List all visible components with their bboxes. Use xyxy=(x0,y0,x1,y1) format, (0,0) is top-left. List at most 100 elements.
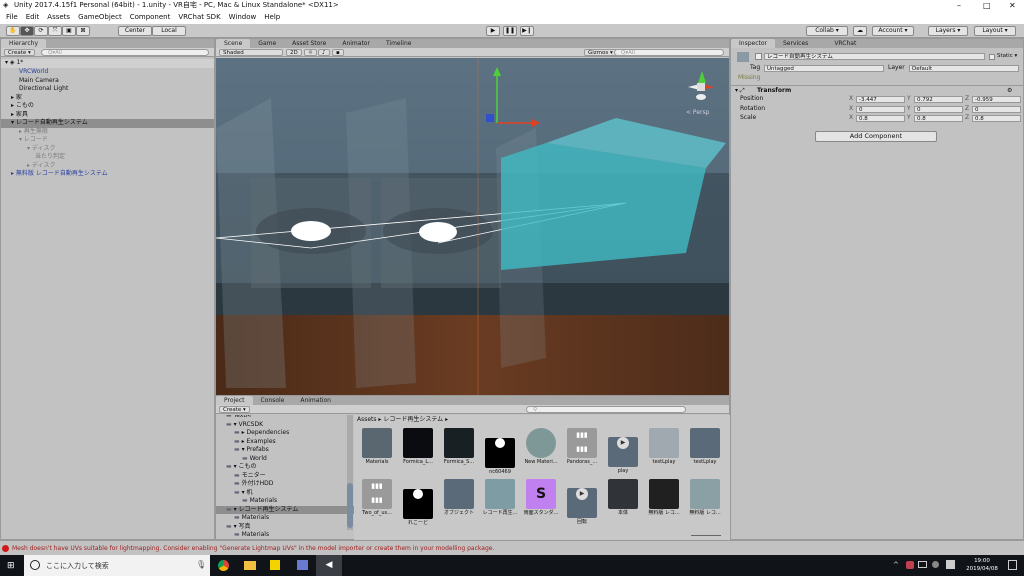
asset-item[interactable]: ▶ 回転 xyxy=(563,479,601,526)
collab-dropdown[interactable]: Collab ▾ xyxy=(806,26,848,36)
tab-game[interactable]: Game xyxy=(250,39,284,48)
axis-z-label[interactable]: Z xyxy=(965,95,969,103)
step-button[interactable]: ▶❙ xyxy=(520,26,534,36)
cloud-icon[interactable]: ☁ xyxy=(853,26,867,36)
sticky-notes-icon[interactable] xyxy=(270,560,280,570)
asset-item[interactable]: testLplay xyxy=(686,428,724,466)
transform-position-x-input[interactable]: -3.447 xyxy=(856,96,905,103)
menu-window[interactable]: Window xyxy=(229,11,257,24)
notifications-icon[interactable] xyxy=(1008,560,1017,570)
asset-item[interactable]: レコード再生... xyxy=(481,479,519,517)
asset-item[interactable]: オブジェクト xyxy=(440,479,478,517)
asset-item[interactable]: Formica_S... xyxy=(440,428,478,466)
axis-x-label[interactable]: X xyxy=(849,105,853,113)
static-checkbox[interactable] xyxy=(989,54,995,60)
tab-inspector[interactable]: Inspector xyxy=(731,39,775,48)
hierarchy-create-button[interactable]: Create ▾ xyxy=(4,49,35,56)
microphone-icon[interactable]: 🎙 xyxy=(196,560,206,569)
project-folder-item[interactable]: ▬ ▸ Dependencies xyxy=(216,429,354,438)
project-folder-item[interactable]: ▬ ▾ 机 xyxy=(216,489,354,498)
transform-rotation-x-input[interactable]: 0 xyxy=(856,105,905,113)
pivot-local-button[interactable]: Local xyxy=(152,26,186,36)
project-folder-item[interactable]: ▬ ▾ 写真 xyxy=(216,523,354,532)
file-explorer-icon[interactable] xyxy=(244,561,256,570)
transform-scale-y-input[interactable]: 0.8 xyxy=(914,115,963,122)
hierarchy-item[interactable]: ▸ ディスク xyxy=(1,162,214,171)
object-name-input[interactable]: レコード自動再生システム xyxy=(764,53,985,60)
axis-x-label[interactable]: X xyxy=(849,95,853,103)
tab-hierarchy[interactable]: Hierarchy xyxy=(1,39,47,48)
project-create-button[interactable]: Create ▾ xyxy=(219,406,250,413)
transform-rotation-z-input[interactable]: 0 xyxy=(972,105,1021,113)
axis-y-label[interactable]: Y xyxy=(907,95,911,103)
asset-item[interactable]: 無料版 レコ... xyxy=(645,479,683,517)
transform-scale-x-input[interactable]: 0.8 xyxy=(856,115,905,122)
menu-file[interactable]: File xyxy=(6,11,18,24)
tag-dropdown[interactable]: Untagged xyxy=(764,65,884,72)
ime-icon[interactable] xyxy=(946,560,955,569)
layout-dropdown[interactable]: Layout ▾ xyxy=(974,26,1016,36)
audio-icon[interactable]: ♪ xyxy=(318,49,330,56)
windows-start-icon[interactable]: ⊞ xyxy=(7,561,15,571)
z-axis-handle[interactable] xyxy=(486,114,494,122)
hierarchy-search-input[interactable]: Q▾All xyxy=(41,49,209,56)
asset-item[interactable]: Materials xyxy=(358,428,396,466)
hierarchy-item[interactable]: VRCWorld xyxy=(1,68,214,77)
asset-item[interactable]: 本体 xyxy=(604,479,642,517)
axis-y-label[interactable]: Y xyxy=(907,105,911,113)
move-tool-icon[interactable]: ✥ xyxy=(20,26,34,36)
project-folder-item[interactable]: ▬ 外付けHDD xyxy=(216,480,354,489)
hierarchy-item[interactable]: ▸ 再生無限 xyxy=(1,128,214,137)
gizmos-dropdown[interactable]: Gizmos ▾ xyxy=(584,49,617,56)
hierarchy-item[interactable]: ▾ レコード xyxy=(1,136,214,145)
icon-size-slider[interactable] xyxy=(691,535,721,536)
transform-settings-icon[interactable]: ⚙ xyxy=(1007,87,1012,95)
snipping-tool-icon[interactable] xyxy=(297,560,308,570)
play-button[interactable]: ▶ xyxy=(486,26,500,36)
unity-taskbar-icon[interactable]: ◀ xyxy=(316,555,342,576)
tab-console[interactable]: Console xyxy=(253,396,293,405)
scene-viewport[interactable]: < Persp xyxy=(216,58,729,395)
hierarchy-item[interactable]: ▸ 家具 xyxy=(1,111,214,120)
menu-component[interactable]: Component xyxy=(130,11,171,24)
project-folder-item[interactable]: ▬ Materials xyxy=(216,531,354,540)
tab-scene[interactable]: Scene xyxy=(216,39,251,48)
axis-y-label[interactable]: Y xyxy=(907,114,911,122)
effects-icon[interactable]: ▪ xyxy=(332,49,344,56)
project-folder-item[interactable]: ▬ ▾ VRCSDK xyxy=(216,421,354,430)
transform-position-z-input[interactable]: -0.959 xyxy=(972,96,1021,103)
asset-item[interactable]: ▶ play xyxy=(604,428,642,475)
project-folder-item[interactable]: ▬ Materials xyxy=(216,514,354,523)
tab-vrchat[interactable]: VRChat xyxy=(816,39,864,48)
breadcrumb[interactable]: Assets ▸ レコード再生システム ▸ xyxy=(357,416,448,424)
shading-dropdown[interactable]: Shaded xyxy=(219,49,283,56)
project-folder-item[interactable]: ▬ World xyxy=(216,455,354,464)
rect-tool-icon[interactable]: ▣ xyxy=(62,26,76,36)
tray-app-icon[interactable] xyxy=(906,561,914,569)
asset-item[interactable]: New Materi... xyxy=(522,428,560,466)
lighting-icon[interactable]: ☼ xyxy=(304,49,317,56)
transform-tool-icon[interactable]: ⊠ xyxy=(76,26,90,36)
project-folder-item[interactable]: ▬ モニター xyxy=(216,472,354,481)
tab-project[interactable]: Project xyxy=(216,396,253,405)
asset-item[interactable]: S 両面スタンダ... xyxy=(522,479,560,517)
persp-label[interactable]: < Persp xyxy=(686,109,710,116)
menu-assets[interactable]: Assets xyxy=(47,11,70,24)
asset-item[interactable]: Formica_L... xyxy=(399,428,437,466)
asset-item[interactable]: testLplay xyxy=(645,428,683,466)
asset-item[interactable]: 無料版 レコ... xyxy=(686,479,724,517)
menu-vrchat-sdk[interactable]: VRChat SDK xyxy=(178,11,220,24)
hierarchy-item[interactable]: 当たり判定 xyxy=(1,153,214,162)
tab-animator[interactable]: Animator xyxy=(334,39,378,48)
transform-foldout-icon[interactable]: ▾ ⤢ xyxy=(735,87,745,95)
axis-x-label[interactable]: X xyxy=(849,114,853,122)
menu-edit[interactable]: Edit xyxy=(26,11,40,24)
transform-rotation-y-input[interactable]: 0 xyxy=(914,105,963,113)
hierarchy-item[interactable]: Main Camera xyxy=(1,77,214,86)
active-checkbox[interactable] xyxy=(755,53,762,60)
project-search-input[interactable]: ⚲ xyxy=(526,406,686,413)
add-component-button[interactable]: Add Component xyxy=(815,131,937,142)
chrome-icon[interactable] xyxy=(218,560,229,571)
project-folder-item[interactable]: ▬ ▾ レコード再生システム xyxy=(216,505,354,514)
taskbar-search-box[interactable]: ここに入力して検索 🎙 xyxy=(24,555,210,576)
